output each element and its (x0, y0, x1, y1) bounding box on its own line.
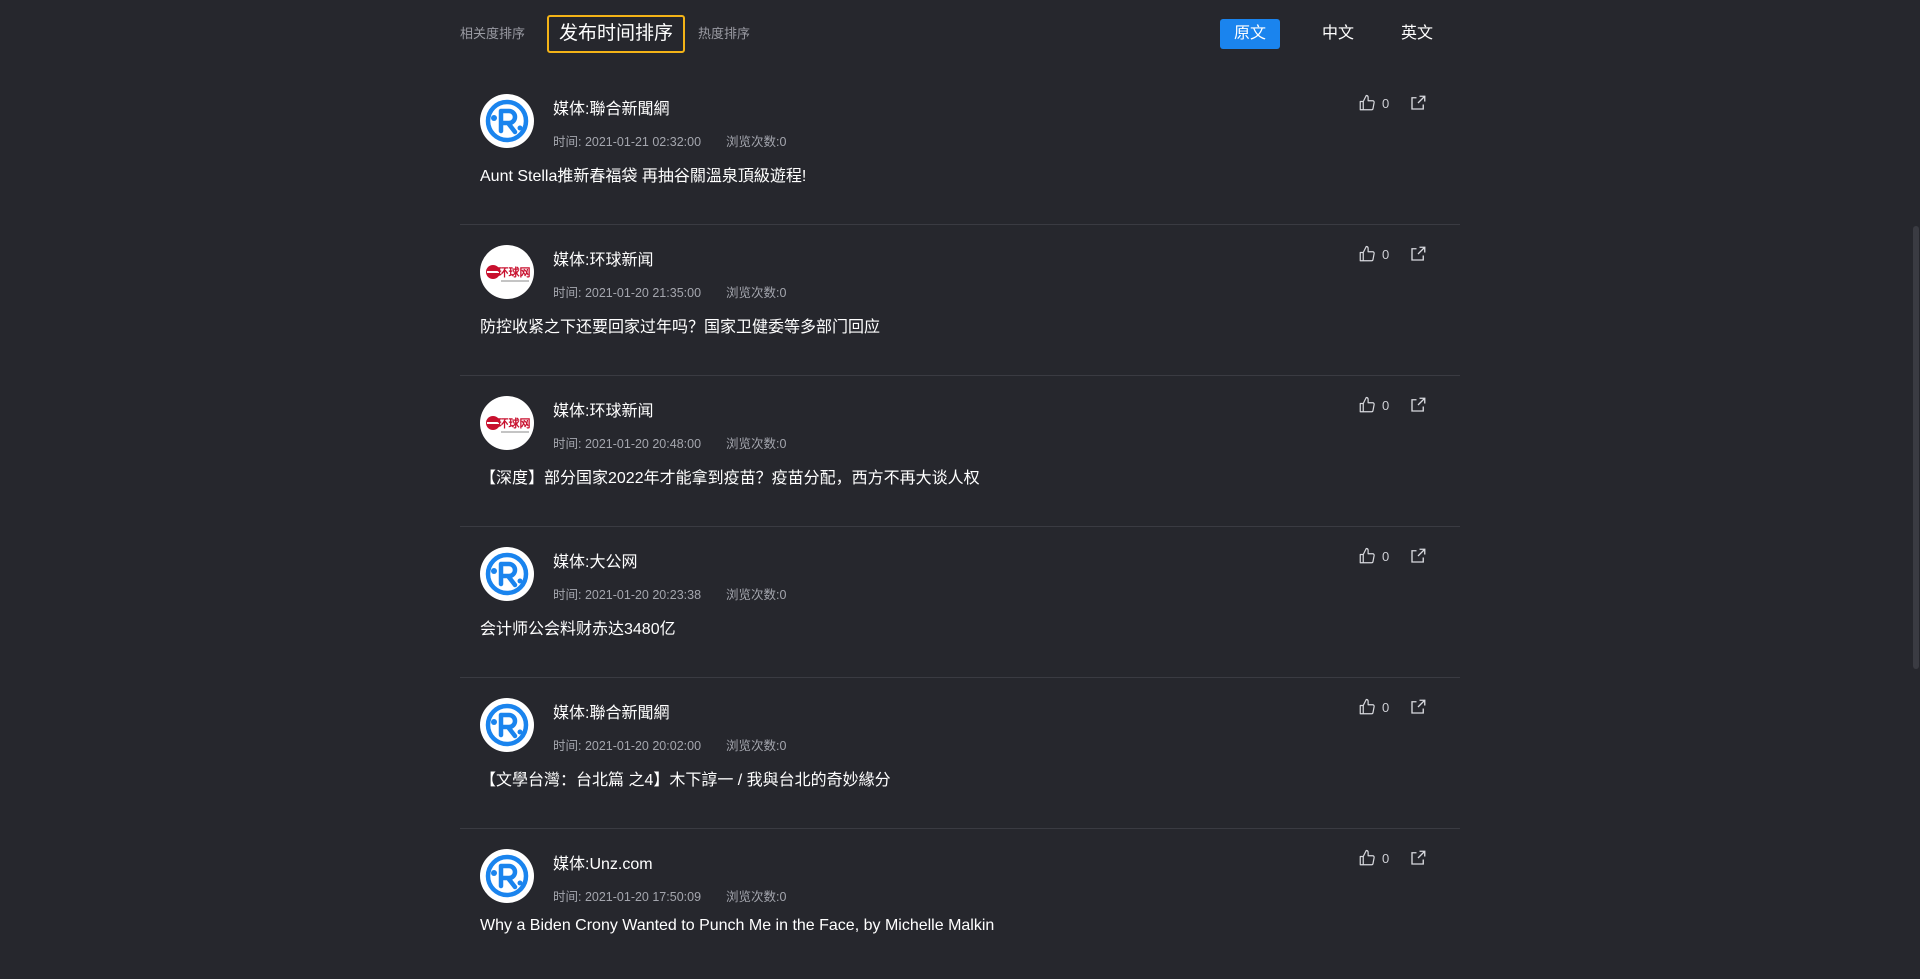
media-logo (480, 698, 534, 752)
open-link-icon[interactable] (1409, 698, 1427, 716)
sort-bar: 相关度排序 发布时间排序 热度排序 原文 中文 英文 (460, 15, 1920, 55)
item-actions: 0 (1358, 243, 1427, 265)
news-item[interactable]: 媒体:聯合新聞網 时间: 2021-01-21 02:32:00 浏览次数:0 A… (460, 74, 1460, 225)
item-actions: 0 (1358, 394, 1427, 416)
thumbs-up-icon (1358, 94, 1376, 112)
view-count: 浏览次数:0 (726, 437, 787, 451)
media-logo (480, 94, 534, 148)
news-title[interactable]: 【文學台灣：台北篇 之4】木下諄一 / 我與台北的奇妙緣分 (480, 766, 891, 790)
media-logo: 环球网 (480, 245, 534, 299)
logo-wordmark: 环球网 (498, 416, 531, 430)
item-meta: 时间: 2021-01-20 20:02:00 浏览次数:0 (553, 735, 786, 754)
media-name: 媒体:聯合新聞網 (553, 101, 670, 118)
news-title[interactable]: 防控收紧之下还要回家过年吗？国家卫健委等多部门回应 (480, 313, 880, 337)
news-item[interactable]: 媒体:聯合新聞網 时间: 2021-01-20 20:02:00 浏览次数:0 【… (460, 678, 1460, 829)
thumbs-up-icon (1358, 396, 1376, 414)
media-name: 媒体:聯合新聞網 (553, 705, 670, 722)
item-meta: 时间: 2021-01-21 02:32:00 浏览次数:0 (553, 131, 786, 150)
thumbs-up-icon (1358, 547, 1376, 565)
like-button[interactable]: 0 (1358, 849, 1389, 867)
media-name: 媒体:Unz.com (553, 856, 653, 873)
like-button[interactable]: 0 (1358, 547, 1389, 565)
publish-time: 时间: 2021-01-20 17:50:09 (553, 890, 702, 904)
open-link-icon[interactable] (1409, 245, 1427, 263)
like-button[interactable]: 0 (1358, 245, 1389, 263)
item-actions: 0 (1358, 696, 1427, 718)
media-logo (480, 547, 534, 601)
lang-original-button[interactable]: 原文 (1220, 19, 1280, 49)
news-item[interactable]: 媒体:Unz.com 时间: 2021-01-20 17:50:09 浏览次数:0… (460, 829, 1460, 979)
news-title[interactable]: 【深度】部分国家2022年才能拿到疫苗？疫苗分配，西方不再大谈人权 (480, 464, 980, 488)
like-count: 0 (1382, 850, 1390, 866)
thumbs-up-icon (1358, 698, 1376, 716)
sort-relevance-tab[interactable]: 相关度排序 (460, 15, 525, 53)
item-meta: 时间: 2021-01-20 20:48:00 浏览次数:0 (553, 433, 786, 452)
item-meta: 时间: 2021-01-20 21:35:00 浏览次数:0 (553, 282, 786, 301)
news-title[interactable]: Aunt Stella推新春福袋 再抽谷關溫泉頂級遊程! (480, 162, 806, 186)
like-count: 0 (1382, 548, 1390, 564)
view-count: 浏览次数:0 (726, 286, 787, 300)
like-count: 0 (1382, 699, 1390, 715)
publish-time: 时间: 2021-01-20 20:02:00 (553, 739, 702, 753)
item-actions: 0 (1358, 847, 1427, 869)
media-name: 媒体:大公网 (553, 554, 638, 571)
like-count: 0 (1382, 95, 1390, 111)
scrollbar[interactable] (1911, 0, 1920, 969)
news-list: 媒体:聯合新聞網 时间: 2021-01-21 02:32:00 浏览次数:0 A… (460, 74, 1460, 979)
publish-time: 时间: 2021-01-21 02:32:00 (553, 135, 702, 149)
item-actions: 0 (1358, 92, 1427, 114)
open-link-icon[interactable] (1409, 547, 1427, 565)
lang-english-button[interactable]: 英文 (1392, 19, 1442, 49)
news-title[interactable]: Why a Biden Crony Wanted to Punch Me in … (480, 917, 994, 935)
lang-chinese-button[interactable]: 中文 (1313, 19, 1363, 49)
media-logo: 环球网 (480, 396, 534, 450)
news-item[interactable]: 环球网 媒体:环球新闻 时间: 2021-01-20 21:35:00 浏览次数:… (460, 225, 1460, 376)
like-button[interactable]: 0 (1358, 396, 1389, 414)
like-button[interactable]: 0 (1358, 698, 1389, 716)
thumbs-up-icon (1358, 245, 1376, 263)
like-button[interactable]: 0 (1358, 94, 1389, 112)
logo-wordmark: 环球网 (498, 265, 531, 279)
open-link-icon[interactable] (1409, 849, 1427, 867)
media-name: 媒体:环球新闻 (553, 403, 654, 420)
view-count: 浏览次数:0 (726, 588, 787, 602)
open-link-icon[interactable] (1409, 396, 1427, 414)
news-title[interactable]: 会计师公会料财赤达3480亿 (480, 615, 676, 639)
news-item[interactable]: 环球网 媒体:环球新闻 时间: 2021-01-20 20:48:00 浏览次数:… (460, 376, 1460, 527)
item-meta: 时间: 2021-01-20 17:50:09 浏览次数:0 (553, 886, 786, 905)
like-count: 0 (1382, 397, 1390, 413)
view-count: 浏览次数:0 (726, 135, 787, 149)
news-item[interactable]: 媒体:大公网 时间: 2021-01-20 20:23:38 浏览次数:0 会计师… (460, 527, 1460, 678)
like-count: 0 (1382, 246, 1390, 262)
sort-publish-time-tab[interactable]: 发布时间排序 (547, 15, 686, 53)
publish-time: 时间: 2021-01-20 20:23:38 (553, 588, 702, 602)
sort-popularity-tab[interactable]: 热度排序 (698, 15, 750, 53)
thumbs-up-icon (1358, 849, 1376, 867)
media-name: 媒体:环球新闻 (553, 252, 654, 269)
open-link-icon[interactable] (1409, 94, 1427, 112)
publish-time: 时间: 2021-01-20 20:48:00 (553, 437, 702, 451)
view-count: 浏览次数:0 (726, 890, 787, 904)
view-count: 浏览次数:0 (726, 739, 787, 753)
scrollbar-thumb[interactable] (1913, 226, 1919, 669)
media-logo (480, 849, 534, 903)
publish-time: 时间: 2021-01-20 21:35:00 (553, 286, 702, 300)
item-actions: 0 (1358, 545, 1427, 567)
item-meta: 时间: 2021-01-20 20:23:38 浏览次数:0 (553, 584, 786, 603)
